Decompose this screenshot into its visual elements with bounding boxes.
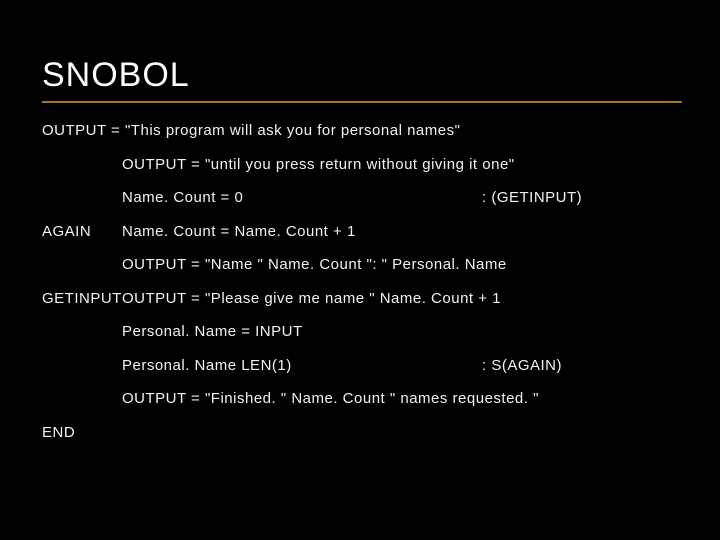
code-line: OUTPUT = "This program will ask you for …	[42, 123, 678, 140]
code-body: Name. Count = 0	[122, 190, 482, 207]
slide: SNOBOL OUTPUT = "This program will ask y…	[0, 0, 720, 540]
code-label	[42, 324, 122, 341]
code-body: Personal. Name LEN(1)	[122, 358, 482, 375]
code-body: OUTPUT = "until you press return without…	[122, 157, 678, 174]
code-label	[42, 157, 122, 174]
code-body: OUTPUT = "Name " Name. Count ": " Person…	[122, 257, 678, 274]
code-line: Name. Count = 0 : (GETINPUT)	[42, 190, 678, 207]
code-line: END	[42, 425, 678, 442]
code-line: Personal. Name LEN(1) : S(AGAIN)	[42, 358, 678, 375]
code-body: OUTPUT = "Finished. " Name. Count " name…	[122, 391, 678, 408]
code-label	[42, 190, 122, 207]
code-label: END	[42, 425, 122, 442]
code-label	[42, 358, 122, 375]
code-label: AGAIN	[42, 224, 122, 241]
code-goto: : (GETINPUT)	[482, 190, 662, 207]
code-line: GETINPUT OUTPUT = "Please give me name "…	[42, 291, 678, 308]
slide-title: SNOBOL	[42, 56, 678, 95]
code-body: Name. Count = Name. Count + 1	[122, 224, 678, 241]
code-goto: : S(AGAIN)	[482, 358, 662, 375]
code-label: GETINPUT	[42, 291, 122, 308]
code-line: OUTPUT = "Finished. " Name. Count " name…	[42, 391, 678, 408]
code-line: Personal. Name = INPUT	[42, 324, 678, 341]
title-underline	[42, 101, 682, 103]
code-block: OUTPUT = "This program will ask you for …	[42, 123, 678, 441]
code-label	[42, 257, 122, 274]
code-label	[42, 391, 122, 408]
code-body: Personal. Name = INPUT	[122, 324, 678, 341]
code-line: OUTPUT = "Name " Name. Count ": " Person…	[42, 257, 678, 274]
code-body: OUTPUT = "Please give me name " Name. Co…	[122, 291, 678, 308]
code-line: OUTPUT = "until you press return without…	[42, 157, 678, 174]
code-line: AGAIN Name. Count = Name. Count + 1	[42, 224, 678, 241]
code-body: OUTPUT = "This program will ask you for …	[42, 123, 678, 140]
